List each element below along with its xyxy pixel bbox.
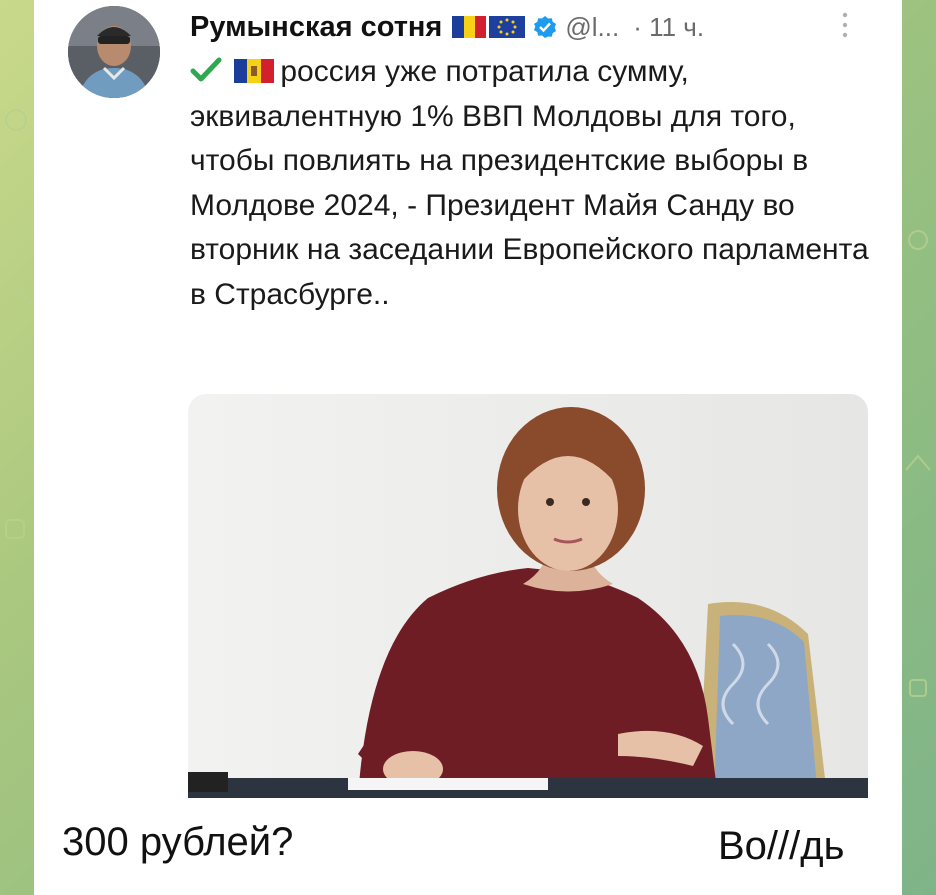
flag-emojis xyxy=(452,16,526,38)
post-text-content: россия уже потратила сумму, эквивалентну… xyxy=(190,55,869,311)
author-handle[interactable]: @l... xyxy=(565,12,619,43)
post-header: Румынская сотня @l... · 11 ч. xyxy=(190,6,704,48)
avatar-image xyxy=(68,6,160,98)
verified-badge-icon xyxy=(534,16,557,38)
more-options-icon[interactable] xyxy=(840,8,850,42)
post-time[interactable]: · 11 ч. xyxy=(633,12,704,43)
author-name[interactable]: Румынская сотня xyxy=(190,11,442,44)
moldova-flag-icon xyxy=(234,59,275,83)
eu-flag-icon xyxy=(489,16,526,38)
check-mark-icon xyxy=(190,57,222,82)
caption-signature: Во///дь xyxy=(718,824,845,868)
romania-flag-icon xyxy=(452,16,487,38)
author-avatar[interactable] xyxy=(68,6,160,98)
caption-question: 300 рублей? xyxy=(62,820,294,864)
photo-image xyxy=(188,394,868,798)
post-photo[interactable] xyxy=(188,394,868,798)
post-text: россия уже потратила сумму, эквивалентну… xyxy=(190,50,870,317)
